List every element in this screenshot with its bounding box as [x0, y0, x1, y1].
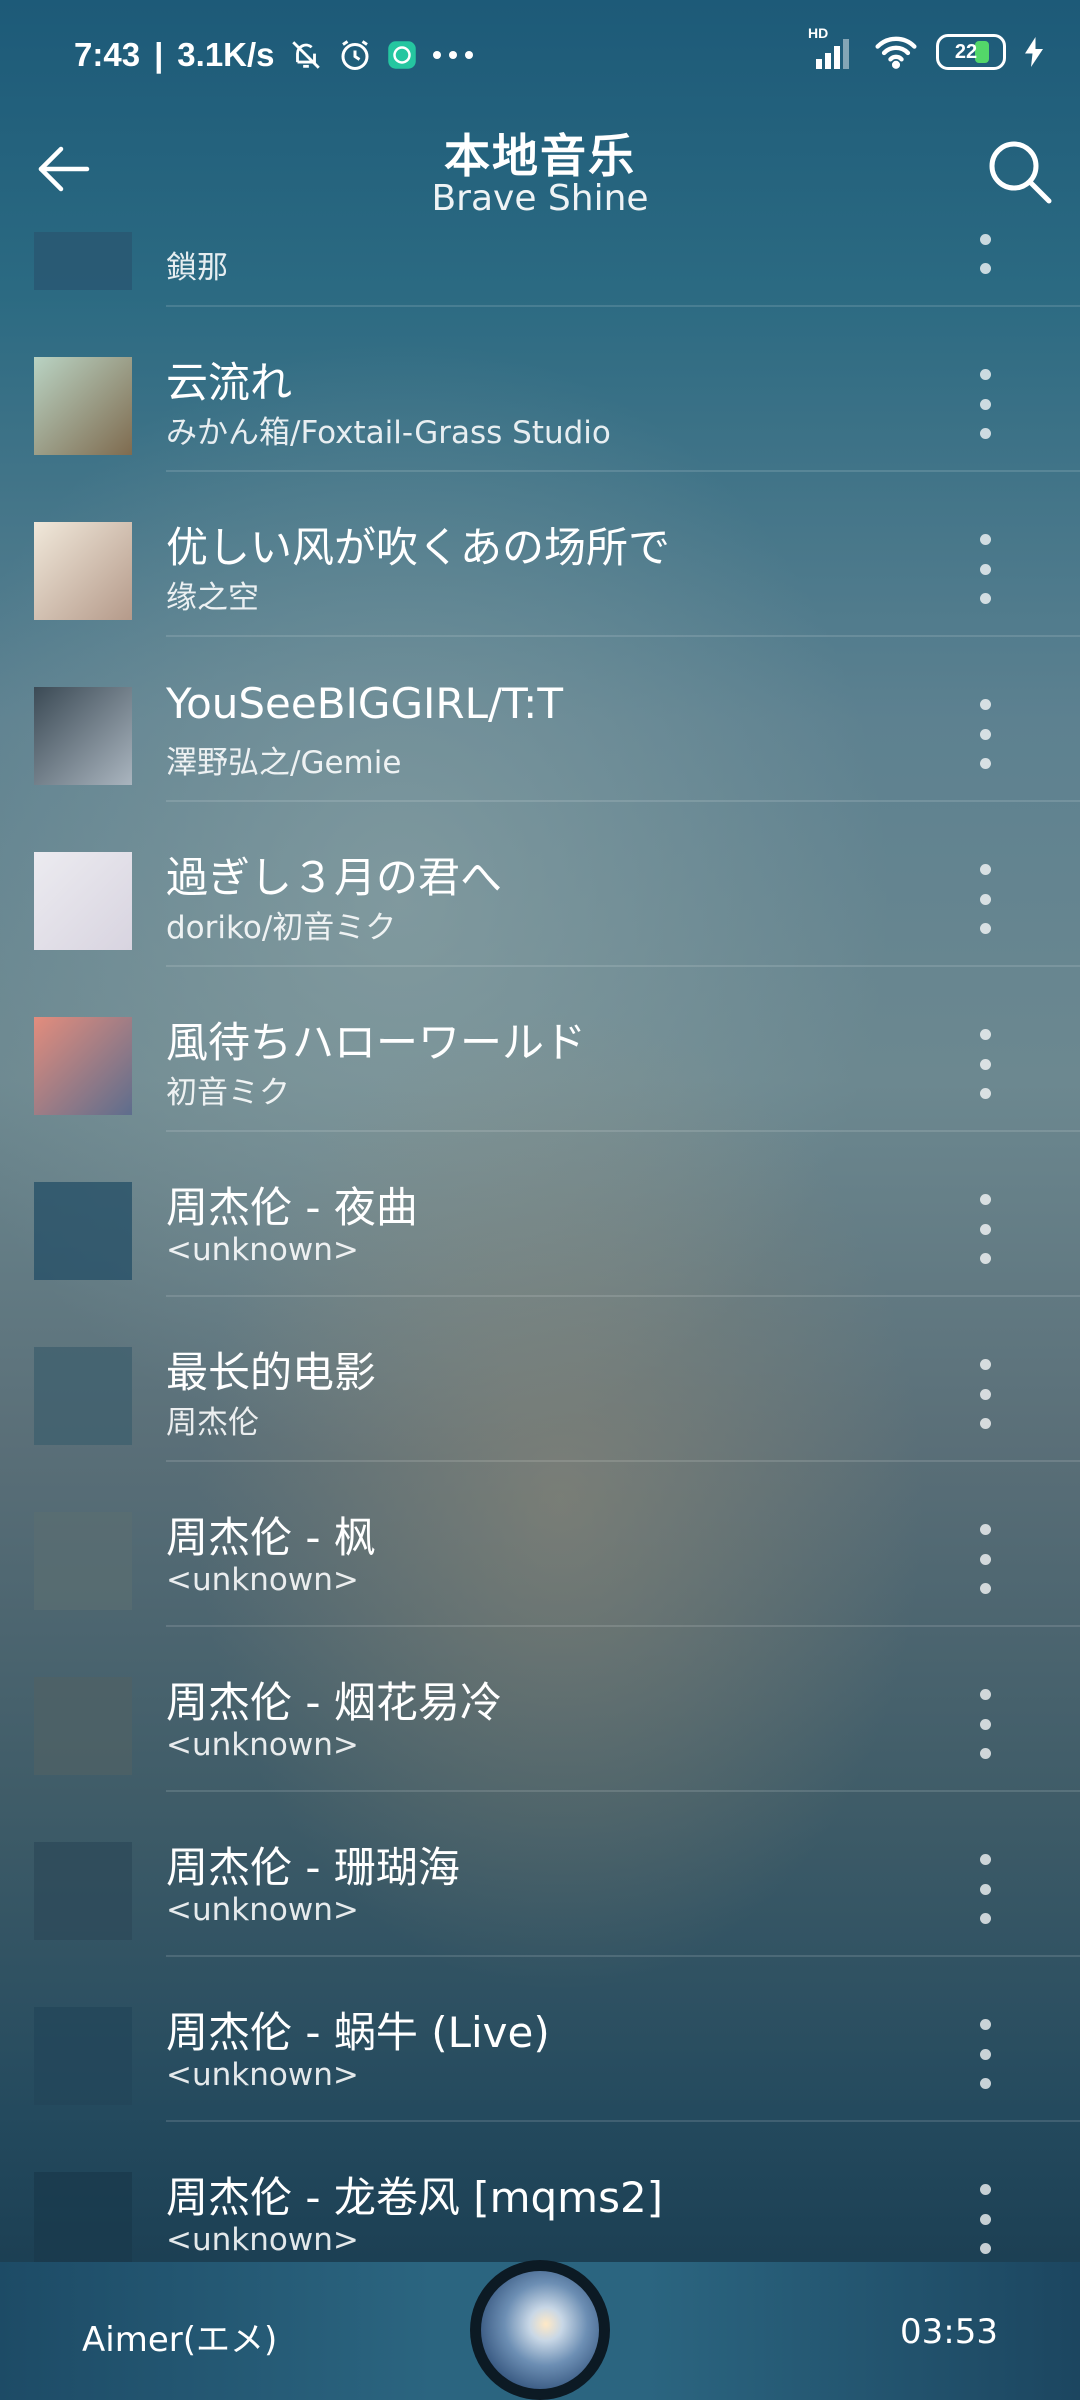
- song-artist: 周杰伦: [166, 1405, 259, 1441]
- battery-indicator: 22: [936, 34, 1006, 70]
- status-right: HD 22: [808, 25, 1044, 70]
- more-options-icon[interactable]: [970, 1689, 1000, 1759]
- status-separator: |: [154, 36, 164, 73]
- song-item[interactable]: 周杰伦 - 枫 <unknown>: [0, 1462, 1080, 1627]
- more-options-icon[interactable]: [970, 864, 1000, 934]
- bell-off-icon: [289, 38, 323, 72]
- song-artist: 缘之空: [166, 580, 259, 616]
- song-title: 過ぎし３月の君へ: [166, 853, 503, 902]
- album-thumbnail: [34, 2007, 132, 2105]
- charging-icon: [1024, 37, 1044, 67]
- song-artist: <unknown>: [166, 1727, 359, 1763]
- song-title: 周杰伦 - 珊瑚海: [166, 1843, 460, 1892]
- more-options-icon[interactable]: [970, 1029, 1000, 1099]
- song-artist: <unknown>: [166, 2057, 359, 2093]
- app-notification-icon: [387, 40, 417, 70]
- song-item[interactable]: YouSeeBIGGIRL/T:T 澤野弘之/Gemie: [0, 637, 1080, 802]
- song-title: 优しい风が吹くあの场所で: [166, 523, 671, 572]
- album-thumbnail: [34, 357, 132, 455]
- song-item[interactable]: 風待ちハローワールド初音ミク: [0, 967, 1080, 1132]
- song-artist: 鎖那: [166, 250, 228, 286]
- more-options-icon[interactable]: [970, 2019, 1000, 2089]
- song-title: YouSeeBIGGIRL/T:T: [166, 679, 563, 728]
- song-artist: 澤野弘之/Gemie: [166, 745, 402, 781]
- song-item[interactable]: 周杰伦 - 烟花易冷 <unknown>: [0, 1627, 1080, 1792]
- album-thumbnail: [34, 687, 132, 785]
- song-list[interactable]: 鎖那 云流れ みかん箱/Foxtail-Grass Studio 优しい风が吹くあの场…: [0, 232, 1080, 2262]
- album-thumbnail: [34, 1677, 132, 1775]
- search-button[interactable]: [980, 132, 1060, 212]
- song-item[interactable]: 周杰伦 - 夜曲 <unknown>: [0, 1132, 1080, 1297]
- more-options-icon[interactable]: [970, 2184, 1000, 2254]
- song-item[interactable]: 云流れみかん箱/Foxtail-Grass Studio: [0, 307, 1080, 472]
- song-title: 周杰伦 - 夜曲: [166, 1183, 418, 1232]
- alarm-icon: [337, 37, 373, 73]
- signal-icon: HD: [808, 25, 856, 69]
- song-item[interactable]: 周杰伦 - 珊瑚海 <unknown>: [0, 1792, 1080, 1957]
- search-icon: [989, 141, 1052, 204]
- now-playing-artist: Aimer(エメ): [82, 2320, 278, 2360]
- album-thumbnail: [34, 1842, 132, 1940]
- album-thumbnail: [34, 852, 132, 950]
- album-thumbnail: [34, 1512, 132, 1610]
- wifi-icon: [874, 35, 918, 69]
- more-options-icon[interactable]: [970, 1194, 1000, 1264]
- more-options-icon[interactable]: [970, 232, 1000, 274]
- song-title: 周杰伦 - 龙卷风 [mqms2]: [166, 2173, 664, 2222]
- battery-level: 22: [954, 40, 978, 63]
- album-thumbnail: [34, 1017, 132, 1115]
- album-art: [481, 2271, 599, 2389]
- page-title: 本地音乐: [444, 129, 636, 183]
- song-title: 最长的电影: [166, 1348, 377, 1397]
- more-options-icon[interactable]: [970, 1854, 1000, 1924]
- more-notifications-icon: [431, 49, 475, 61]
- song-item[interactable]: 鎖那: [0, 232, 1080, 307]
- now-playing-title: Brave Shine: [431, 178, 649, 219]
- song-artist: <unknown>: [166, 2222, 359, 2258]
- song-title: 周杰伦 - 蜗牛 (Live): [166, 2008, 550, 2057]
- song-item[interactable]: 周杰伦 - 蜗牛 (Live) <unknown>: [0, 1957, 1080, 2122]
- more-options-icon[interactable]: [970, 1359, 1000, 1429]
- net-speed: 3.1K/s: [177, 36, 275, 73]
- song-artist: 初音ミク: [166, 1075, 290, 1111]
- track-duration: 03:53: [900, 2312, 998, 2352]
- song-artist: doriko/初音ミク: [166, 910, 397, 946]
- song-artist: みかん箱/Foxtail-Grass Studio: [166, 415, 611, 451]
- song-item[interactable]: 最长的电影 周杰伦: [0, 1297, 1080, 1462]
- more-options-icon[interactable]: [970, 534, 1000, 604]
- more-options-icon[interactable]: [970, 369, 1000, 439]
- song-title: 風待ちハローワールド: [166, 1018, 587, 1067]
- app-header: 本地音乐 Brave Shine: [0, 120, 1080, 232]
- more-options-icon[interactable]: [970, 1524, 1000, 1594]
- album-thumbnail: [34, 1347, 132, 1445]
- song-title: 周杰伦 - 烟花易冷: [166, 1678, 502, 1727]
- song-artist: <unknown>: [166, 1232, 359, 1268]
- song-artist: <unknown>: [166, 1562, 359, 1598]
- song-title: 云流れ: [166, 358, 293, 407]
- status-time: 7:43: [74, 36, 141, 73]
- mini-player[interactable]: Aimer(エメ) 03:53: [0, 2260, 1080, 2400]
- song-title: 周杰伦 - 枫: [166, 1513, 376, 1562]
- song-artist: <unknown>: [166, 1892, 359, 1928]
- song-item[interactable]: 過ぎし３月の君へ doriko/初音ミク: [0, 802, 1080, 967]
- album-thumbnail: [34, 1182, 132, 1280]
- status-bar: 7:43 | 3.1K/s HD 22: [0, 0, 1080, 120]
- album-disc-button[interactable]: [470, 2260, 610, 2400]
- status-left: 7:43 | 3.1K/s: [74, 36, 475, 74]
- album-thumbnail: [34, 232, 132, 290]
- album-thumbnail: [34, 522, 132, 620]
- song-item[interactable]: 周杰伦 - 龙卷风 [mqms2] <unknown>: [0, 2122, 1080, 2262]
- song-item[interactable]: 优しい风が吹くあの场所で缘之空: [0, 472, 1080, 637]
- album-thumbnail: [34, 2172, 132, 2262]
- more-options-icon[interactable]: [970, 699, 1000, 769]
- signal-hd-tag: HD: [808, 25, 829, 41]
